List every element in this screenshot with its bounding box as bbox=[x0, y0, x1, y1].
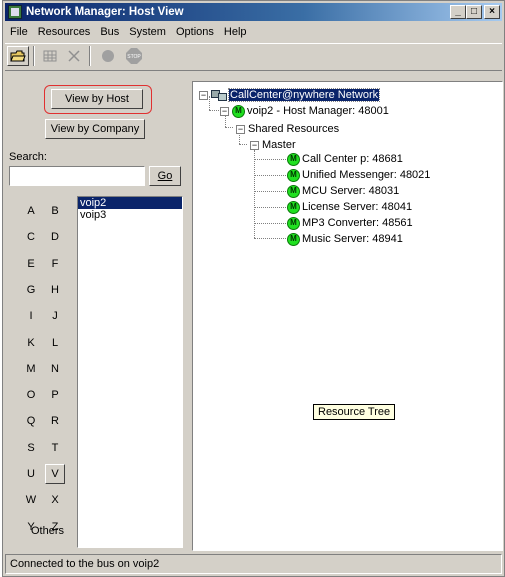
collapse-icon[interactable]: − bbox=[220, 106, 229, 116]
module-icon: M bbox=[287, 216, 300, 230]
letter-button-l[interactable]: L bbox=[45, 333, 65, 353]
search-label: Search: bbox=[9, 151, 47, 163]
list-item[interactable]: voip3 bbox=[78, 209, 182, 221]
window-title: Network Manager: Host View bbox=[26, 6, 184, 18]
tree-node-label: Unified Messenger: 48021 bbox=[302, 169, 431, 181]
network-icon bbox=[211, 89, 227, 101]
view-by-host-button[interactable]: View by Host bbox=[51, 89, 143, 109]
window-controls: _ □ × bbox=[450, 5, 500, 19]
letter-button-m[interactable]: M bbox=[21, 359, 41, 379]
collapse-icon[interactable]: − bbox=[236, 124, 245, 134]
tree-node-resource[interactable]: M Call Center p: 48681 bbox=[287, 152, 403, 166]
menu-bus[interactable]: Bus bbox=[95, 26, 124, 38]
search-input[interactable] bbox=[9, 166, 145, 186]
open-button[interactable] bbox=[7, 46, 29, 66]
letter-button-r[interactable]: R bbox=[45, 411, 65, 431]
letter-button-c[interactable]: C bbox=[21, 227, 41, 247]
others-link[interactable]: Others bbox=[31, 525, 64, 537]
letter-button-x[interactable]: X bbox=[45, 490, 65, 510]
left-panel: View by Host View by Company Search: Go … bbox=[7, 81, 185, 551]
network-app-icon bbox=[8, 5, 22, 19]
menu-help[interactable]: Help bbox=[219, 26, 252, 38]
minimize-button[interactable]: _ bbox=[450, 5, 466, 19]
module-icon: M bbox=[287, 152, 300, 166]
menu-options[interactable]: Options bbox=[171, 26, 219, 38]
letter-button-n[interactable]: N bbox=[45, 359, 65, 379]
delete-button[interactable] bbox=[63, 46, 85, 66]
tree-node-network[interactable]: − CallCenter@nywhere Network bbox=[199, 88, 381, 102]
tree-node-host[interactable]: − M voip2 - Host Manager: 48001 bbox=[220, 104, 389, 118]
letter-button-g[interactable]: G bbox=[21, 280, 41, 300]
module-icon: M bbox=[287, 232, 300, 246]
letter-button-s[interactable]: S bbox=[21, 438, 41, 458]
tree-node-resource[interactable]: M Music Server: 48941 bbox=[287, 232, 403, 246]
host-list[interactable]: voip2 voip3 bbox=[77, 196, 183, 548]
letter-button-u[interactable]: U bbox=[21, 464, 41, 484]
tree-node-shared-resources[interactable]: − Shared Resources bbox=[236, 122, 339, 136]
svg-text:STOP: STOP bbox=[127, 54, 141, 60]
app-window: Network Manager: Host View _ □ × File Re… bbox=[2, 0, 505, 577]
letter-button-d[interactable]: D bbox=[45, 227, 65, 247]
menu-file[interactable]: File bbox=[5, 26, 33, 38]
status-bar: Connected to the bus on voip2 bbox=[5, 554, 502, 574]
toolbar-separator bbox=[33, 46, 35, 66]
letter-button-p[interactable]: P bbox=[45, 385, 65, 405]
list-item[interactable]: voip2 bbox=[78, 197, 182, 209]
module-icon: M bbox=[232, 104, 245, 118]
toolbar-separator bbox=[89, 46, 91, 66]
tree-node-label: Master bbox=[262, 139, 296, 151]
module-icon: M bbox=[287, 184, 300, 198]
letter-button-o[interactable]: O bbox=[21, 385, 41, 405]
tree-node-master[interactable]: − Master bbox=[250, 138, 296, 152]
letter-button-t[interactable]: T bbox=[45, 438, 65, 458]
module-icon: M bbox=[287, 168, 300, 182]
letter-button-k[interactable]: K bbox=[21, 333, 41, 353]
tree-node-resource[interactable]: M MP3 Converter: 48561 bbox=[287, 216, 413, 230]
delete-x-icon bbox=[68, 50, 80, 62]
tree-node-resource[interactable]: M Unified Messenger: 48021 bbox=[287, 168, 430, 182]
letter-button-e[interactable]: E bbox=[21, 254, 41, 274]
letter-button-i[interactable]: I bbox=[21, 306, 41, 326]
tree-node-label: voip2 - Host Manager: 48001 bbox=[247, 105, 389, 117]
tree-node-label: MCU Server: 48031 bbox=[302, 185, 400, 197]
tree-node-resource[interactable]: M License Server: 48041 bbox=[287, 200, 412, 214]
tree-node-label: Call Center p: 48681 bbox=[302, 153, 403, 165]
menu-bar: File Resources Bus System Options Help bbox=[5, 23, 502, 41]
toolbar: STOP bbox=[5, 43, 502, 71]
letter-button-v[interactable]: V bbox=[45, 464, 65, 484]
tree-node-label: License Server: 48041 bbox=[302, 201, 413, 213]
close-button[interactable]: × bbox=[484, 5, 500, 19]
open-folder-icon bbox=[10, 50, 26, 62]
go-button[interactable]: Go bbox=[149, 166, 181, 186]
maximize-button[interactable]: □ bbox=[466, 5, 482, 19]
stop-icon: STOP bbox=[126, 48, 142, 64]
module-icon: M bbox=[287, 200, 300, 214]
letter-button-h[interactable]: H bbox=[45, 280, 65, 300]
tooltip: Resource Tree bbox=[313, 404, 396, 420]
record-icon bbox=[102, 50, 114, 62]
collapse-icon[interactable]: − bbox=[199, 90, 208, 100]
tree-node-resource[interactable]: M MCU Server: 48031 bbox=[287, 184, 399, 198]
stop-button[interactable]: STOP bbox=[123, 46, 145, 66]
letter-button-a[interactable]: A bbox=[21, 201, 41, 221]
resource-tree[interactable]: − CallCenter@nywhere Network − M voip2 -… bbox=[192, 81, 503, 551]
menu-system[interactable]: System bbox=[124, 26, 171, 38]
tree-node-label: Shared Resources bbox=[248, 123, 340, 135]
tree-node-label: Music Server: 48941 bbox=[302, 233, 403, 245]
grid-button[interactable] bbox=[39, 46, 61, 66]
letter-button-b[interactable]: B bbox=[45, 201, 65, 221]
letter-button-f[interactable]: F bbox=[45, 254, 65, 274]
tree-node-label: MP3 Converter: 48561 bbox=[302, 217, 413, 229]
status-text: Connected to the bus on voip2 bbox=[10, 558, 160, 570]
record-button[interactable] bbox=[97, 46, 119, 66]
view-by-company-button[interactable]: View by Company bbox=[45, 119, 145, 139]
collapse-icon[interactable]: − bbox=[250, 140, 259, 150]
letter-button-j[interactable]: J bbox=[45, 306, 65, 326]
letter-button-w[interactable]: W bbox=[21, 490, 41, 510]
letter-button-q[interactable]: Q bbox=[21, 411, 41, 431]
grid-icon bbox=[43, 50, 57, 62]
title-bar[interactable]: Network Manager: Host View _ □ × bbox=[5, 3, 502, 21]
menu-resources[interactable]: Resources bbox=[33, 26, 96, 38]
tree-node-label: CallCenter@nywhere Network bbox=[227, 88, 381, 102]
